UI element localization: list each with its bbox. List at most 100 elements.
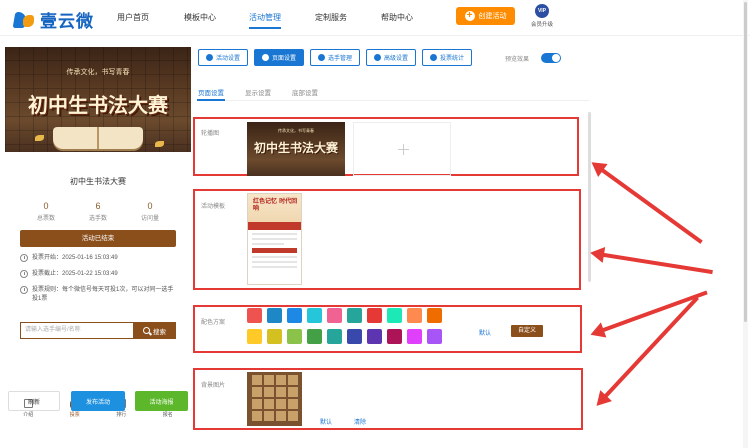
color-swatch[interactable]	[267, 329, 282, 344]
color-swatch[interactable]	[327, 308, 342, 323]
color-scheme-label: 配色方案	[201, 320, 226, 326]
toolbar-page-settings[interactable]: 页面设置	[254, 49, 304, 66]
toolbar-vote-statistics[interactable]: 投票统计	[422, 49, 472, 66]
vote-start-text: 投票开始：2025-01-16 15:03:49	[32, 255, 118, 261]
vote-rule-row: 投票规则：每个微信号每天可投1次，可以对同一选手投1票	[20, 286, 176, 304]
event-status-bar: 活动已结束	[20, 230, 176, 247]
stat-total-votes: 0 总票数	[37, 201, 55, 222]
publish-button[interactable]: 发布活动	[71, 391, 125, 411]
add-carousel-image-button[interactable]	[353, 122, 451, 176]
nav-item-templates[interactable]: 模板中心	[184, 12, 216, 23]
event-title: 初中生书法大赛	[70, 177, 126, 186]
vote-start-row: 投票开始：2025-01-16 15:03:49	[20, 254, 176, 263]
nav-item-activity-management[interactable]: 活动管理	[249, 12, 281, 29]
carousel-section: 轮播图 传承文化，书写青春 初中生书法大赛	[193, 117, 579, 176]
custom-color-button[interactable]: 自定义	[511, 325, 543, 337]
subtab-footer-settings[interactable]: 底部设置	[292, 87, 318, 97]
vip-upgrade[interactable]: VIP 会员升级	[528, 4, 556, 28]
subtab-page-settings[interactable]: 页面设置	[198, 87, 224, 97]
carousel-label: 轮播图	[201, 131, 220, 137]
toolbar-contestant-management[interactable]: 选手管理	[310, 49, 360, 66]
search-input[interactable]: 请输入选手编号/名称	[20, 322, 133, 339]
brand-logo[interactable]: 壹云微	[12, 7, 94, 32]
color-swatch[interactable]	[367, 329, 382, 344]
top-nav: 壹云微 用户首页 模板中心 活动管理 定制服务 帮助中心 + 创建活动 VIP …	[0, 0, 750, 36]
color-swatch[interactable]	[367, 308, 382, 323]
color-default-link[interactable]: 默认	[479, 328, 491, 337]
carousel-image[interactable]: 传承文化，书写青春 初中生书法大赛	[247, 122, 345, 176]
color-swatch[interactable]	[407, 308, 422, 323]
color-swatch[interactable]	[267, 308, 282, 323]
tab-label: 投票	[69, 412, 80, 418]
color-swatch[interactable]	[247, 308, 262, 323]
search-icon	[143, 327, 150, 334]
create-activity-button[interactable]: + 创建活动	[456, 7, 515, 25]
page-icon	[261, 54, 269, 61]
toolbar-activity-settings[interactable]: 活动设置	[198, 49, 248, 66]
color-swatch[interactable]	[327, 329, 342, 344]
toolbar-label: 投票统计	[439, 56, 464, 62]
color-swatch[interactable]	[427, 308, 442, 323]
page-scrollbar-thumb[interactable]	[744, 2, 747, 322]
color-swatch[interactable]	[287, 329, 302, 344]
users-icon	[317, 54, 325, 61]
logo-icon	[12, 10, 36, 30]
stat-value: 0	[43, 201, 49, 211]
vip-label: 会员升级	[530, 22, 553, 28]
toolbar-label: 高级设置	[383, 56, 408, 62]
tab-label: 报名	[162, 412, 173, 418]
hero-banner: 传承文化，书写青春 初中生书法大赛	[5, 47, 191, 152]
event-info-card: 初中生书法大赛 0 总票数 6 选手数 0 访问量 活动已结束 投票开始：202…	[10, 159, 186, 389]
app-root: 壹云微 用户首页 模板中心 活动管理 定制服务 帮助中心 + 创建活动 VIP …	[0, 0, 750, 448]
book-illustration	[53, 127, 143, 149]
color-swatch[interactable]	[307, 308, 322, 323]
poster-button[interactable]: 活动海报	[135, 391, 188, 411]
toolbar-advanced-settings[interactable]: 高级设置	[366, 49, 416, 66]
plus-icon: +	[464, 11, 475, 21]
vote-end-text: 投票截止：2025-01-22 15:03:49	[32, 271, 118, 277]
stat-label: 总票数	[36, 216, 55, 222]
nav-item-home[interactable]: 用户首页	[117, 12, 149, 23]
background-thumbnail[interactable]	[247, 372, 302, 426]
background-default-link[interactable]: 默认	[320, 417, 332, 426]
stat-value: 0	[147, 201, 153, 211]
template-thumbnail[interactable]: 红色记忆 时代回响	[247, 193, 302, 285]
clock-icon	[20, 270, 28, 278]
hero-title: 初中生书法大赛	[28, 93, 168, 117]
toolbar-label: 选手管理	[327, 56, 352, 62]
color-swatch[interactable]	[287, 308, 302, 323]
toolbar-label: 活动设置	[215, 56, 240, 62]
color-swatch[interactable]	[307, 329, 322, 344]
color-swatch[interactable]	[407, 329, 422, 344]
color-swatch[interactable]	[247, 329, 262, 344]
carousel-image-subtitle: 传承文化，书写青春	[278, 128, 314, 133]
color-swatch[interactable]	[387, 329, 402, 344]
toolbar-label: 页面设置	[271, 56, 296, 62]
stat-label: 选手数	[88, 216, 107, 222]
background-clear-link[interactable]: 清除	[354, 417, 366, 426]
color-swatch[interactable]	[347, 308, 362, 323]
template-section: 活动模板 红色记忆 时代回响	[193, 189, 581, 290]
tab-label: 介绍	[23, 412, 34, 418]
nav-item-custom-service[interactable]: 定制服务	[315, 12, 347, 23]
color-swatch[interactable]	[347, 329, 362, 344]
color-swatch[interactable]	[387, 308, 402, 323]
clock-icon	[20, 254, 28, 262]
vip-icon: VIP	[535, 4, 549, 18]
subtab-display-settings[interactable]: 显示设置	[245, 87, 271, 97]
color-swatch[interactable]	[427, 329, 442, 344]
carousel-image-title: 初中生书法大赛	[253, 141, 338, 155]
background-label: 背景图片	[201, 383, 226, 389]
background-section: 背景图片	[193, 368, 583, 430]
preview-toggle[interactable]	[541, 53, 561, 63]
chart-icon	[429, 54, 437, 61]
stat-label: 访问量	[140, 216, 159, 222]
refresh-button[interactable]: 刷新	[8, 391, 60, 411]
leaf-decoration	[35, 135, 44, 141]
search-button-label: 搜索	[153, 328, 166, 336]
settings-icon	[205, 54, 213, 61]
search-button[interactable]: 搜索	[133, 322, 176, 339]
nav-item-help[interactable]: 帮助中心	[381, 12, 413, 23]
hero-subtitle: 传承文化，书写青春	[66, 68, 130, 76]
preview-toggle-label: 预览效果	[505, 57, 530, 63]
